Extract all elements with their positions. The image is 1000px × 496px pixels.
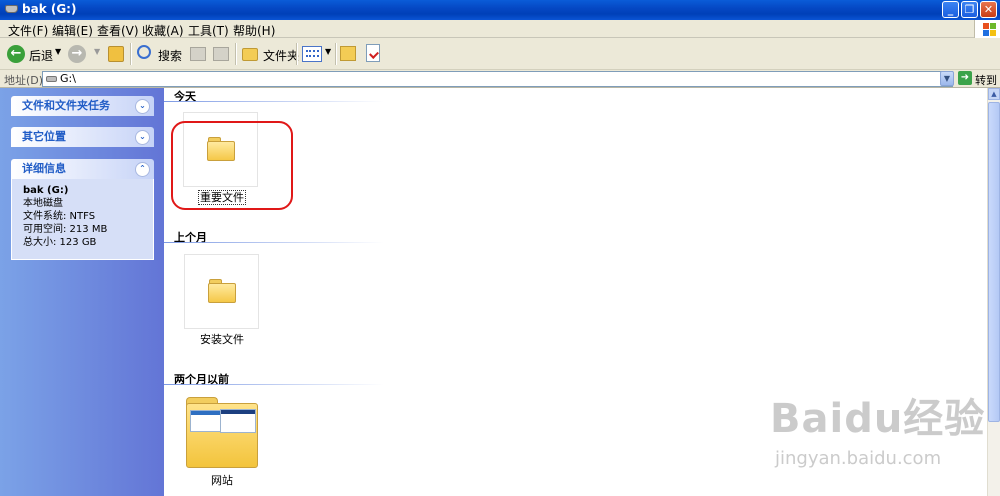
detail-type: 本地磁盘 bbox=[23, 198, 63, 209]
up-folder-icon[interactable] bbox=[108, 46, 124, 62]
menu-help[interactable]: 帮助(H) bbox=[233, 22, 275, 39]
collapse-chevron-icon[interactable]: ⌃ bbox=[135, 162, 150, 177]
copy-to-icon[interactable] bbox=[213, 47, 229, 61]
folders-button-label[interactable]: 文件夹 bbox=[263, 47, 299, 64]
close-button[interactable]: ✕ bbox=[980, 1, 997, 18]
menu-view[interactable]: 查看(V) bbox=[97, 22, 139, 39]
detail-filesystem: 文件系统: NTFS bbox=[23, 211, 96, 222]
restore-button[interactable]: ❐ bbox=[961, 1, 978, 18]
windows-logo-icon bbox=[974, 20, 1000, 38]
menu-file[interactable]: 文件(F) bbox=[8, 22, 48, 39]
detail-total-size: 总大小: 123 GB bbox=[23, 237, 97, 248]
menu-bar: 文件(F) 编辑(E) 查看(V) 收藏(A) 工具(T) 帮助(H) bbox=[0, 20, 1000, 38]
back-arrow-icon[interactable]: ← bbox=[7, 45, 25, 63]
detail-free-space: 可用空间: 213 MB bbox=[23, 224, 108, 235]
search-button-label[interactable]: 搜索 bbox=[158, 47, 182, 64]
highlight-annotation bbox=[171, 121, 293, 210]
group-divider bbox=[164, 384, 384, 385]
watermark-brand: Baidu经验 bbox=[770, 396, 986, 442]
forward-arrow-icon[interactable]: → bbox=[68, 45, 86, 63]
folder-item-install[interactable] bbox=[184, 254, 259, 329]
detail-name: bak (G:) bbox=[23, 185, 69, 196]
folder-caption-website[interactable]: 网站 bbox=[211, 472, 233, 488]
minimize-button[interactable]: _ bbox=[942, 1, 959, 18]
address-bar: 地址(D) G:\ bbox=[0, 70, 1000, 88]
panel-other-places[interactable]: 其它位置 ⌄ bbox=[11, 127, 154, 147]
move-to-icon[interactable] bbox=[190, 47, 206, 61]
go-arrow-icon[interactable]: ➜ bbox=[958, 71, 972, 85]
back-dropdown-icon[interactable]: ▼ bbox=[55, 47, 61, 56]
panel-title: 详细信息 bbox=[22, 162, 66, 175]
folders-icon[interactable] bbox=[242, 48, 258, 61]
expand-chevron-icon[interactable]: ⌄ bbox=[135, 99, 150, 114]
address-input[interactable]: G:\ bbox=[42, 71, 953, 87]
menu-edit[interactable]: 编辑(E) bbox=[52, 22, 93, 39]
panel-file-tasks[interactable]: 文件和文件夹任务 ⌄ bbox=[11, 96, 154, 116]
views-dropdown-icon[interactable]: ▼ bbox=[325, 47, 331, 56]
back-button-label[interactable]: 后退 bbox=[29, 47, 53, 64]
expand-chevron-icon[interactable]: ⌄ bbox=[135, 130, 150, 145]
webpage-thumbnail-icon bbox=[220, 409, 256, 433]
address-dropdown-icon[interactable]: ▼ bbox=[940, 71, 954, 86]
window-title: bak (G:) bbox=[22, 2, 77, 16]
address-label: 地址(D) bbox=[4, 74, 44, 87]
folder-icon bbox=[208, 279, 236, 303]
go-button-label[interactable]: 转到 bbox=[975, 72, 997, 88]
watermark-url: jingyan.baidu.com bbox=[775, 448, 942, 469]
forward-dropdown-icon[interactable]: ▼ bbox=[94, 47, 100, 56]
properties-icon[interactable] bbox=[366, 44, 380, 62]
menu-favorites[interactable]: 收藏(A) bbox=[142, 22, 184, 39]
search-icon[interactable] bbox=[137, 45, 151, 59]
scroll-up-icon[interactable]: ▲ bbox=[988, 88, 1000, 100]
details-body: bak (G:) 本地磁盘 文件系统: NTFS 可用空间: 213 MB 总大… bbox=[11, 179, 154, 260]
panel-title: 其它位置 bbox=[22, 130, 66, 143]
task-pane: 文件和文件夹任务 ⌄ 其它位置 ⌄ 详细信息 ⌃ bak (G:) 本地磁盘 文… bbox=[0, 88, 164, 496]
group-divider bbox=[164, 101, 384, 102]
group-divider bbox=[164, 242, 384, 243]
views-icon[interactable] bbox=[302, 46, 322, 62]
scroll-thumb[interactable] bbox=[988, 102, 1000, 422]
menu-tools[interactable]: 工具(T) bbox=[188, 22, 229, 39]
panel-details[interactable]: 详细信息 ⌃ bak (G:) 本地磁盘 文件系统: NTFS 可用空间: 21… bbox=[11, 159, 154, 260]
toolbar: ← 后退 ▼ → ▼ 搜索 文件夹 ▼ bbox=[0, 38, 1000, 70]
baidu-watermark: Baidu经验 jingyan.baidu.com bbox=[770, 386, 985, 476]
drive-icon bbox=[46, 76, 57, 82]
drive-icon bbox=[5, 5, 18, 13]
title-bar[interactable]: bak (G:) _ ❐ ✕ bbox=[0, 0, 1000, 20]
panel-title: 文件和文件夹任务 bbox=[22, 99, 110, 112]
folder-options-icon[interactable] bbox=[340, 46, 356, 61]
address-value: G:\ bbox=[60, 72, 76, 85]
folder-item-website[interactable] bbox=[186, 397, 258, 468]
folder-caption-install[interactable]: 安装文件 bbox=[200, 331, 244, 347]
